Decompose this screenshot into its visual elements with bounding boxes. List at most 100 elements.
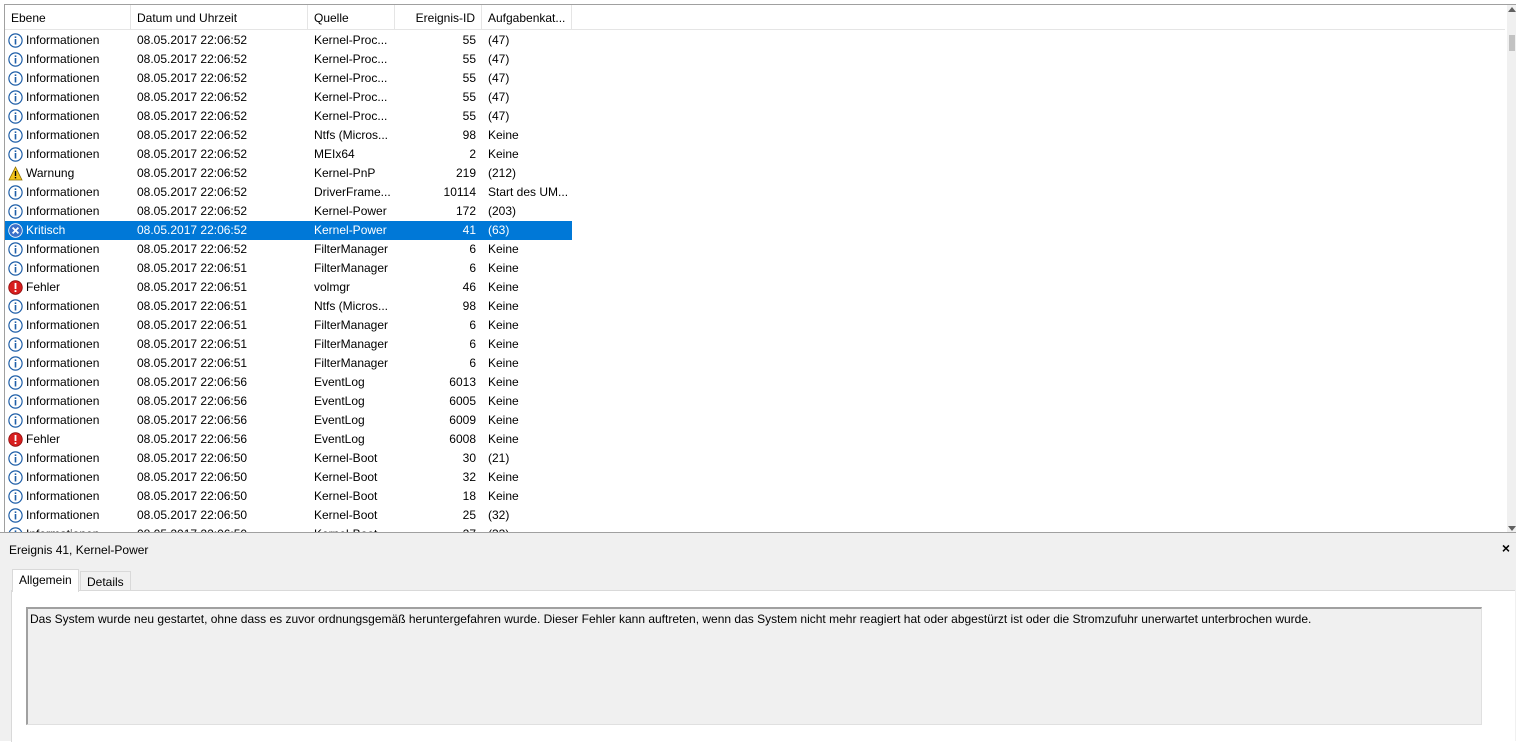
cell-level: Informationen <box>26 489 100 503</box>
cell-level: Informationen <box>26 470 100 484</box>
table-row[interactable]: Informationen 08.05.2017 22:06:51 FilterMa… <box>5 316 572 335</box>
information-icon <box>8 261 23 276</box>
cell-level: Informationen <box>26 71 100 85</box>
column-header-level[interactable]: Ebene <box>5 5 131 29</box>
cell-datetime: 08.05.2017 22:06:52 <box>137 128 248 142</box>
table-row[interactable]: Fehler 08.05.2017 22:06:56 EventLog 6008 Kei… <box>5 430 572 449</box>
cell-source: EventLog <box>314 432 365 446</box>
cell-event-id: 10114 <box>443 185 476 199</box>
cell-level: Informationen <box>26 261 100 275</box>
information-icon <box>8 413 23 428</box>
cell-event-id: 6005 <box>449 394 476 408</box>
cell-event-id: 6 <box>469 261 476 275</box>
information-icon <box>8 90 23 105</box>
cell-datetime: 08.05.2017 22:06:52 <box>137 109 248 123</box>
cell-event-id: 25 <box>462 508 476 522</box>
cell-task-category: Keine <box>488 375 519 389</box>
table-row[interactable]: Informationen 08.05.2017 22:06:52 Ntfs (Mi… <box>5 126 572 145</box>
cell-level: Informationen <box>26 109 100 123</box>
tab-panel-general: Das System wurde neu gestartet, ohne das… <box>11 590 1515 742</box>
table-row[interactable]: Informationen 08.05.2017 22:06:51 FilterMa… <box>5 335 572 354</box>
cell-level: Fehler <box>26 432 61 446</box>
cell-task-category: Keine <box>488 337 519 351</box>
table-row[interactable]: Informationen 08.05.2017 22:06:56 EventLog… <box>5 392 572 411</box>
cell-task-category: Keine <box>488 242 519 256</box>
vertical-scrollbar[interactable] <box>1507 5 1516 533</box>
table-row-selected[interactable]: Kritisch 08.05.2017 22:06:52 Kernel-Power 4… <box>5 221 572 240</box>
table-row[interactable]: Informationen 08.05.2017 22:06:51 Ntfs (Mi… <box>5 297 572 316</box>
cell-source: FilterManager <box>314 318 389 332</box>
table-row[interactable]: Informationen 08.05.2017 22:06:52 MEIx64 2 K… <box>5 145 572 164</box>
information-icon <box>8 470 23 485</box>
information-icon <box>8 242 23 257</box>
table-row[interactable]: Informationen 08.05.2017 22:06:52 Kernel-P… <box>5 31 572 50</box>
scrollbar-thumb[interactable] <box>1509 35 1515 51</box>
cell-level: Informationen <box>26 185 100 199</box>
information-icon <box>8 299 23 314</box>
table-row[interactable]: Informationen 08.05.2017 22:06:52 Kernel-P… <box>5 88 572 107</box>
table-row[interactable]: Informationen 08.05.2017 22:06:56 EventLog… <box>5 411 572 430</box>
cell-level: Informationen <box>26 52 100 66</box>
cell-datetime: 08.05.2017 22:06:56 <box>137 432 248 446</box>
scroll-down-icon[interactable] <box>1508 526 1516 531</box>
cell-event-id: 6 <box>469 318 476 332</box>
cell-source: MEIx64 <box>314 147 355 161</box>
cell-source: DriverFrame... <box>314 185 391 199</box>
cell-datetime: 08.05.2017 22:06:56 <box>137 394 248 408</box>
cell-event-id: 6 <box>469 242 476 256</box>
cell-level: Informationen <box>26 394 100 408</box>
table-row[interactable]: Informationen 08.05.2017 22:06:52 Kernel-P… <box>5 69 572 88</box>
cell-datetime: 08.05.2017 22:06:52 <box>137 204 248 218</box>
table-row[interactable]: Informationen 08.05.2017 22:06:51 FilterMa… <box>5 354 572 373</box>
cell-task-category: Keine <box>488 470 519 484</box>
cell-event-id: 30 <box>462 451 476 465</box>
table-row[interactable]: Informationen 08.05.2017 22:06:50 Kernel-B… <box>5 468 572 487</box>
cell-level: Warnung <box>26 166 75 180</box>
table-row[interactable]: Informationen 08.05.2017 22:06:52 DriverFr… <box>5 183 572 202</box>
cell-datetime: 08.05.2017 22:06:52 <box>137 185 248 199</box>
column-header-datetime[interactable]: Datum und Uhrzeit <box>131 5 308 29</box>
table-row[interactable]: Informationen 08.05.2017 22:06:50 Kernel-B… <box>5 506 572 525</box>
tab-details[interactable]: Details <box>80 571 131 591</box>
table-row[interactable]: Warnung 08.05.2017 22:06:52 Kernel-PnP 219 (… <box>5 164 572 183</box>
table-row[interactable]: Informationen 08.05.2017 22:06:52 FilterMa… <box>5 240 572 259</box>
cell-datetime: 08.05.2017 22:06:51 <box>137 337 248 351</box>
cell-source: Ntfs (Micros... <box>314 299 388 313</box>
cell-level: Informationen <box>26 299 100 313</box>
cell-level: Informationen <box>26 90 100 104</box>
cell-event-id: 6013 <box>449 375 476 389</box>
cell-level: Fehler <box>26 280 61 294</box>
table-row[interactable]: Informationen 08.05.2017 22:06:56 EventLog… <box>5 373 572 392</box>
cell-event-id: 32 <box>462 470 476 484</box>
cell-event-id: 98 <box>462 299 476 313</box>
cell-source: FilterManager <box>314 261 389 275</box>
table-row[interactable]: Informationen 08.05.2017 22:06:52 Kernel-P… <box>5 50 572 69</box>
column-header-event-id[interactable]: Ereignis-ID <box>395 5 482 29</box>
table-row[interactable]: Informationen 08.05.2017 22:06:52 Kernel-P… <box>5 202 572 221</box>
information-icon <box>8 337 23 352</box>
table-row[interactable]: Informationen 08.05.2017 22:06:51 FilterMa… <box>5 259 572 278</box>
information-icon <box>8 375 23 390</box>
cell-source: Kernel-Proc... <box>314 109 388 123</box>
cell-datetime: 08.05.2017 22:06:52 <box>137 223 248 237</box>
event-list[interactable]: Ebene Datum und Uhrzeit Quelle Ereignis-… <box>4 4 1516 533</box>
table-row[interactable]: Fehler 08.05.2017 22:06:51 volmgr 46 Keine <box>5 278 572 297</box>
cell-datetime: 08.05.2017 22:06:52 <box>137 147 248 161</box>
column-header-task-category[interactable]: Aufgabenkat... <box>482 5 572 29</box>
cell-task-category: Keine <box>488 147 519 161</box>
close-icon[interactable]: × <box>1499 541 1513 555</box>
cell-datetime: 08.05.2017 22:06:51 <box>137 299 248 313</box>
cell-task-category: Keine <box>488 318 519 332</box>
table-row[interactable]: Informationen 08.05.2017 22:06:50 Kernel-B… <box>5 487 572 506</box>
column-header-source[interactable]: Quelle <box>308 5 395 29</box>
table-row[interactable]: Informationen 08.05.2017 22:06:50 Kernel-B… <box>5 449 572 468</box>
event-detail-pane: Ereignis 41, Kernel-Power × Allgemein De… <box>0 538 1516 742</box>
error-icon <box>8 432 23 447</box>
table-row[interactable]: Informationen 08.05.2017 22:06:52 Kernel-P… <box>5 107 572 126</box>
cell-task-category: Start des UM... <box>488 185 569 199</box>
event-description[interactable]: Das System wurde neu gestartet, ohne das… <box>26 607 1482 725</box>
cell-level: Informationen <box>26 318 100 332</box>
tab-allgemein[interactable]: Allgemein <box>12 569 79 592</box>
scroll-up-icon[interactable] <box>1508 7 1516 12</box>
cell-datetime: 08.05.2017 22:06:51 <box>137 261 248 275</box>
